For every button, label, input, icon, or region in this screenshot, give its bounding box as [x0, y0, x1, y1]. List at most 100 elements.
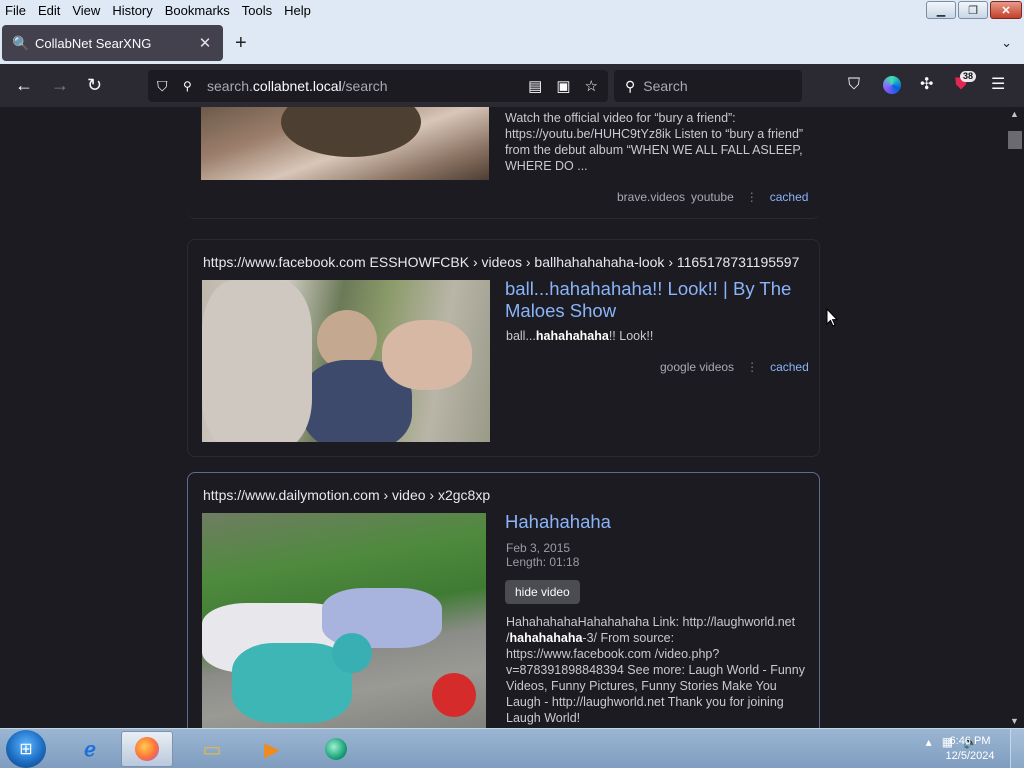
engine-label: brave.videos: [617, 190, 686, 204]
tab-title: CollabNet SearXNG: [35, 35, 152, 51]
shield-icon[interactable]: ⛉: [157, 78, 173, 95]
media-player-icon: ▶: [264, 738, 280, 761]
clock-time: 6:46 PM: [949, 735, 991, 747]
taskbar-internet-explorer[interactable]: ℯ: [64, 731, 116, 767]
url-bar[interactable]: ⛉ ⚲ search.collabnet.local/search ▤ ▣ ☆: [148, 70, 608, 102]
reader-view-icon[interactable]: ▤: [528, 77, 542, 95]
thumbnail-shape: [281, 107, 421, 157]
video-thumbnail[interactable]: [201, 107, 489, 180]
menu-file[interactable]: File: [0, 3, 32, 18]
result-url[interactable]: https://www.facebook.com ESSHOWFCBK › vi…: [203, 254, 799, 270]
pocket-icon[interactable]: ⛉: [848, 77, 860, 93]
result-snippet: Watch the official video for “bury a fri…: [505, 111, 804, 173]
menu-bookmarks[interactable]: Bookmarks: [159, 3, 236, 18]
result-url[interactable]: https://www.dailymotion.com › video › x2…: [203, 487, 490, 503]
internet-explorer-icon: ℯ: [84, 738, 96, 761]
url-path: /search: [341, 78, 388, 94]
taskbar-file-explorer[interactable]: ▭: [186, 731, 238, 767]
video-player[interactable]: [202, 513, 486, 728]
menu-hamburger-icon[interactable]: ☰: [991, 77, 1005, 93]
snippet-text: ball...: [506, 329, 536, 343]
scroll-up-icon[interactable]: ▲: [1010, 109, 1019, 119]
reload-icon[interactable]: ↻: [87, 76, 102, 94]
folder-icon: ▭: [202, 738, 222, 761]
menu-help[interactable]: Help: [278, 3, 317, 18]
thumbnail-shape: [202, 280, 312, 442]
more-dots-icon[interactable]: ⋮: [746, 190, 758, 204]
result-length: Length: 01:18: [506, 555, 580, 569]
cached-link[interactable]: cached: [770, 190, 809, 204]
more-dots-icon[interactable]: ⋮: [746, 360, 758, 374]
forward-arrow-icon[interactable]: →: [51, 76, 69, 94]
cached-link[interactable]: cached: [770, 360, 809, 374]
back-arrow-icon[interactable]: ←: [15, 76, 33, 94]
menu-edit[interactable]: Edit: [32, 3, 66, 18]
scroll-down-icon[interactable]: ▼: [1010, 716, 1019, 726]
windows-logo-icon: ⊞: [19, 741, 33, 758]
close-window-button[interactable]: ✕: [990, 1, 1022, 19]
close-icon: ✕: [1001, 4, 1011, 17]
search-icon: ⚲: [625, 77, 636, 94]
tab-strip: 🔍 CollabNet SearXNG ✕ + ⌄: [0, 21, 1024, 64]
menu-tools[interactable]: Tools: [236, 3, 278, 18]
snippet-highlight: hahahahaha: [535, 329, 609, 343]
taskbar-clock[interactable]: 6:46 PM 12/5/2024: [940, 734, 1000, 764]
menu-view[interactable]: View: [66, 3, 106, 18]
url-bar-actions: ▤ ▣ ☆: [528, 77, 598, 95]
page-info-icon[interactable]: ⚲: [183, 79, 197, 93]
result-card-selected: https://www.dailymotion.com › video › x2…: [187, 472, 820, 728]
result-title[interactable]: ball...hahahahaha!! Look!! | By The Malo…: [505, 278, 805, 322]
mouse-cursor-icon: [826, 308, 838, 327]
url-domain: collabnet.local: [252, 78, 342, 94]
engine-label: youtube: [691, 190, 734, 204]
extensions-puzzle-icon[interactable]: ✣: [920, 77, 933, 93]
result-engines: google videos ⋮ cached: [660, 360, 809, 374]
menu-history[interactable]: History: [106, 3, 158, 18]
snippet-highlight: hahahahaha: [509, 631, 583, 645]
page-content: Watch the official video for “bury a fri…: [0, 107, 1006, 728]
search-favicon-icon: 🔍: [12, 35, 30, 51]
engine-label: google videos: [660, 360, 735, 374]
page-scrollbar[interactable]: ▲ ▼: [1006, 107, 1024, 728]
picture-icon[interactable]: ▣: [556, 77, 570, 95]
video-thumbnail[interactable]: [202, 280, 490, 442]
clock-date: 12/5/2024: [945, 750, 995, 762]
search-input[interactable]: ⚲ Search: [614, 70, 802, 102]
snippet-text: !! Look!!: [608, 329, 654, 343]
restore-icon: ❐: [968, 4, 978, 17]
show-desktop-button[interactable]: [1010, 729, 1024, 768]
result-title[interactable]: Hahahahaha: [505, 511, 611, 533]
minimize-icon: ▁: [936, 4, 946, 17]
firefox-icon: [135, 737, 159, 761]
profile-icon[interactable]: [883, 76, 901, 94]
app-icon: [325, 738, 347, 760]
new-tab-icon[interactable]: +: [235, 33, 247, 53]
restore-button[interactable]: ❐: [958, 1, 988, 19]
logo-badge-shape: [432, 673, 476, 717]
menu-bar: File Edit View History Bookmarks Tools H…: [0, 0, 1024, 21]
taskbar-firefox[interactable]: [121, 731, 173, 767]
thumbnail-shape: [382, 320, 472, 390]
result-snippet: ball...hahahahaha!! Look!!: [506, 328, 806, 344]
tab-searxng[interactable]: 🔍 CollabNet SearXNG ✕: [2, 25, 223, 61]
scrollbar-thumb[interactable]: [1008, 131, 1022, 149]
result-date: Feb 3, 2015: [506, 541, 571, 555]
minimize-button[interactable]: ▁: [926, 1, 956, 19]
taskbar-media-player[interactable]: ▶: [246, 731, 298, 767]
tray-expand-icon[interactable]: ▴: [926, 735, 932, 749]
taskbar: ⊞ ℯ ▭ ▶ ▴ ▦ 🔈 6:46 PM 12/5/2024: [0, 728, 1024, 768]
search-placeholder: Search: [643, 78, 688, 94]
start-button[interactable]: ⊞: [6, 730, 46, 768]
result-snippet: HahahahahaHahahahaha Link: http://laughw…: [506, 614, 806, 726]
navigation-bar: ← → ↻ ⛉ ⚲ search.collabnet.local/search …: [0, 64, 1024, 107]
taskbar-app[interactable]: [310, 731, 362, 767]
chevron-down-icon[interactable]: ⌄: [1001, 35, 1012, 51]
url-text[interactable]: search.collabnet.local/search: [207, 78, 388, 94]
url-prefix: search.: [207, 78, 253, 94]
hide-video-button[interactable]: hide video: [505, 580, 580, 604]
result-card: https://www.facebook.com ESSHOWFCBK › vi…: [187, 239, 820, 457]
tab-close-icon[interactable]: ✕: [197, 34, 213, 52]
bookmark-star-icon[interactable]: ☆: [585, 77, 598, 95]
snippet-text: -3/ From source: https://www.facebook.co…: [506, 631, 805, 725]
thumbnail-shape: [332, 633, 372, 673]
